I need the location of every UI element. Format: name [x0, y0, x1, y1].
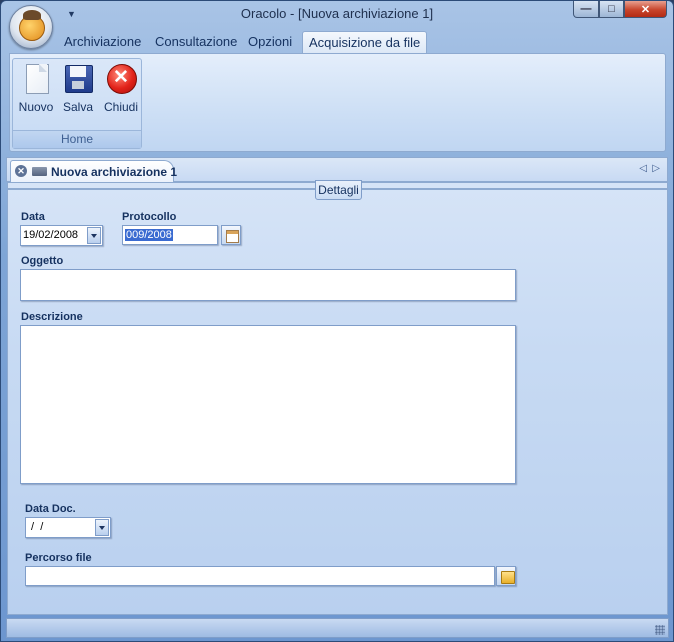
descrizione-label: Descrizione: [21, 311, 83, 323]
folder-icon: [501, 571, 515, 584]
oggetto-label: Oggetto: [21, 255, 64, 267]
browse-file-button[interactable]: [496, 566, 516, 586]
data-label: Data: [21, 211, 45, 223]
tab-consultazione[interactable]: Consultazione: [155, 31, 237, 53]
maximize-button[interactable]: □: [599, 1, 624, 18]
new-button[interactable]: Nuovo: [16, 63, 56, 115]
resize-grip-icon[interactable]: [655, 625, 665, 635]
application-window: Oracolo - [Nuova archiviazione 1] ▼ — □ …: [0, 0, 674, 642]
tab-archiviazione[interactable]: Archiviazione: [64, 31, 141, 53]
protocollo-field[interactable]: 009/2008: [122, 225, 218, 245]
close-window-button[interactable]: ✕: [624, 1, 667, 18]
window-controls: — □ ✕: [573, 1, 667, 19]
status-bar: [6, 618, 669, 638]
minimize-button[interactable]: —: [573, 1, 599, 18]
close-button-label: Chiudi: [103, 100, 139, 114]
ribbon-tabs: Archiviazione Consultazione Opzioni Acqu…: [11, 31, 667, 54]
descrizione-textarea[interactable]: [20, 325, 516, 484]
close-circle-icon: ✕: [105, 63, 137, 97]
save-button-label: Salva: [62, 100, 94, 114]
document-tab[interactable]: ✕ Nuova archiviazione 1: [10, 160, 178, 183]
oggetto-field[interactable]: [20, 269, 516, 301]
floppy-disk-icon: [62, 63, 94, 97]
new-document-icon: [20, 63, 52, 97]
protocollo-label: Protocollo: [122, 211, 177, 223]
ribbon-group-label: Home: [13, 130, 141, 148]
quick-access-dropdown-icon[interactable]: ▼: [67, 9, 76, 19]
title-bar: Oracolo - [Nuova archiviazione 1] ▼ — □ …: [1, 1, 673, 27]
app-orb-icon[interactable]: [9, 5, 53, 49]
percorso-file-field[interactable]: [25, 566, 495, 586]
form-panel: Dettagli Data 19/02/2008 Protocollo 009/…: [7, 180, 668, 615]
scroll-left-icon[interactable]: ◁: [639, 163, 647, 174]
data-doc-date-picker[interactable]: / /: [25, 517, 111, 538]
ribbon-group-home: Nuovo Salva ✕ Chiudi Home: [12, 58, 142, 149]
ribbon-panel: Nuovo Salva ✕ Chiudi Home: [9, 53, 666, 152]
document-tab-strip: ✕ Nuova archiviazione 1 ◁ ▷: [6, 157, 668, 183]
chevron-down-icon[interactable]: [95, 519, 109, 536]
percorso-file-label: Percorso file: [25, 552, 92, 564]
save-button[interactable]: Salva: [58, 63, 98, 115]
calendar-icon: [226, 230, 239, 243]
document-tab-label: Nuova archiviazione 1: [51, 165, 178, 179]
protocollo-calendar-button[interactable]: [221, 225, 241, 245]
tab-opzioni[interactable]: Opzioni: [248, 31, 292, 53]
chevron-down-icon[interactable]: [87, 227, 101, 244]
section-tab-dettagli[interactable]: Dettagli: [315, 180, 362, 200]
data-doc-label: Data Doc.: [25, 503, 76, 515]
tab-acquisizione-da-file[interactable]: Acquisizione da file: [302, 31, 428, 54]
close-tab-icon[interactable]: ✕: [15, 165, 27, 177]
data-date-picker[interactable]: 19/02/2008: [20, 225, 103, 246]
new-button-label: Nuovo: [18, 100, 54, 114]
data-doc-value: / /: [28, 521, 44, 533]
protocollo-value: 009/2008: [125, 229, 173, 241]
data-value: 19/02/2008: [23, 229, 79, 241]
scroll-right-icon[interactable]: ▷: [652, 163, 660, 174]
close-document-button[interactable]: ✕ Chiudi: [101, 63, 141, 115]
envelope-icon: [32, 167, 47, 176]
